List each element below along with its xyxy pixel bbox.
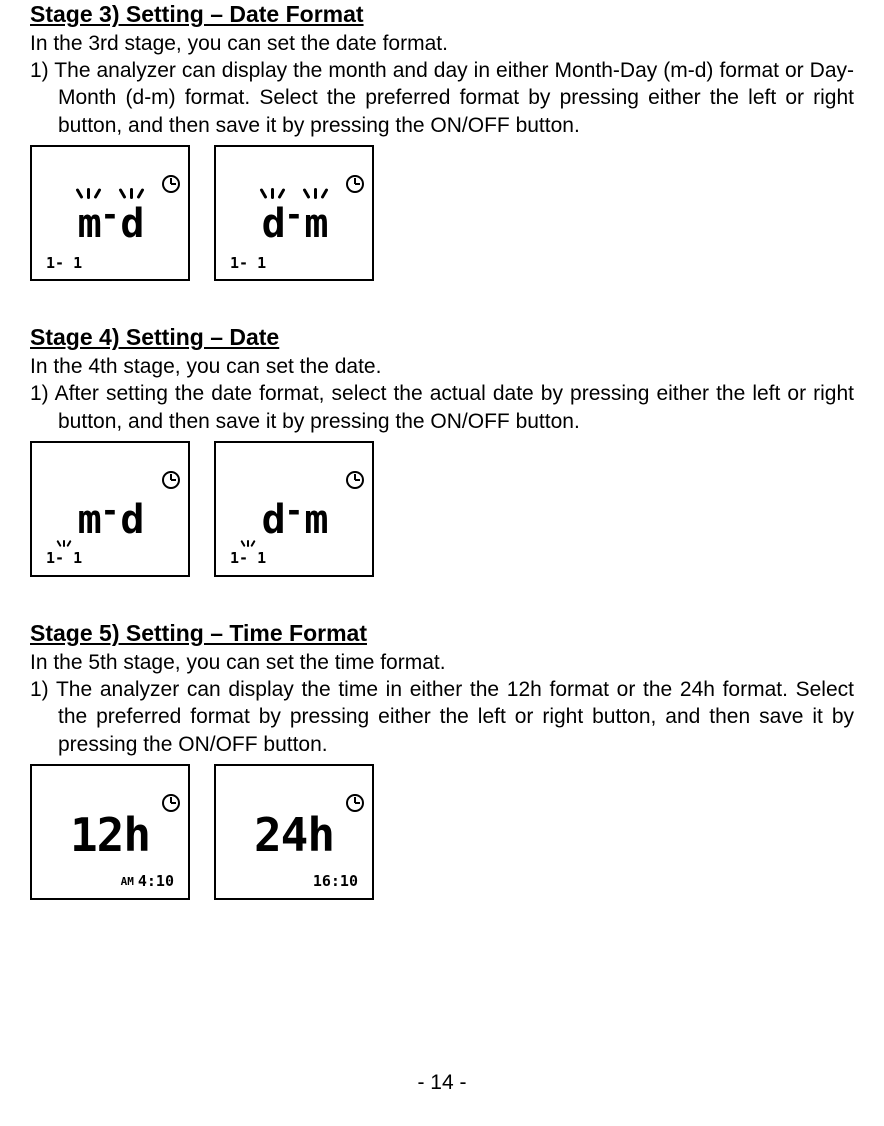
stage-3-lcd-right: d - m 1- 1 [214,145,374,281]
clock-icon [162,175,180,193]
segment-dash: - [104,491,117,533]
stage-4-lcd-right: d - m 1- 1 [214,441,374,577]
clock-icon [346,471,364,489]
segment-d: d [262,204,284,244]
stage-4-section: Stage 4) Setting – Date In the 4th stage… [30,323,854,577]
lcd-main-display: 24h [220,812,368,858]
stage-3-heading: Stage 3) Setting – Date Format [30,0,854,30]
clock-icon [346,175,364,193]
segment-12h: 12h [70,812,150,858]
blink-rays-icon [242,540,254,547]
stage-4-intro: In the 4th stage, you can set the date. [30,353,854,380]
segment-m: m [78,500,100,540]
lcd-main-display: 12h [36,812,184,858]
stage-4-lcd-row: m - d 1- 1 d [30,441,854,577]
stage-3-section: Stage 3) Setting – Date Format In the 3r… [30,0,854,281]
stage-5-section: Stage 5) Setting – Time Format In the 5t… [30,619,854,900]
lcd-sub-display: 1- 1 [230,254,266,274]
sub-time: 4:10 [138,872,174,892]
blink-rays-icon [262,188,283,202]
blink-rays-icon [78,188,99,202]
stage-5-lcd-left: 12h AM 4:10 [30,764,190,900]
stage-3-lcd-left: m - d 1- 1 [30,145,190,281]
sub-date: 1- 1 [230,549,266,569]
segment-m: m [78,204,100,244]
stage-4-item-1: 1) After setting the date format, select… [30,380,854,435]
lcd-sub-display: 1- 1 [46,254,82,274]
stage-4-lcd-left: m - d 1- 1 [30,441,190,577]
lcd-main-display: m - d [36,484,184,540]
segment-d: d [120,204,142,244]
lcd-sub-display: AM 4:10 [121,872,174,892]
segment-dash: - [104,195,117,237]
clock-icon [346,794,364,812]
stage-5-intro: In the 5th stage, you can set the time f… [30,649,854,676]
lcd-sub-display: 16:10 [313,872,358,892]
stage-3-intro: In the 3rd stage, you can set the date f… [30,30,854,57]
lcd-sub-display: 1- 1 [46,540,82,569]
stage-3-item-1: 1) The analyzer can display the month an… [30,57,854,139]
clock-icon [162,471,180,489]
lcd-sub-display: 1- 1 [230,540,266,569]
stage-5-item-1: 1) The analyzer can display the time in … [30,676,854,758]
segment-d: d [262,500,284,540]
lcd-main-display: d - m [220,484,368,540]
blink-rays-icon [121,188,142,202]
segment-d: d [120,500,142,540]
lcd-main-display: m - d [36,188,184,244]
sub-date: 1- 1 [46,254,82,274]
segment-m: m [304,204,326,244]
stage-5-heading: Stage 5) Setting – Time Format [30,619,854,649]
blink-rays-icon [305,188,326,202]
blink-rays-icon [58,540,70,547]
sub-time: 16:10 [313,872,358,892]
sub-date: 1- 1 [46,549,82,569]
stage-5-lcd-row: 12h AM 4:10 24h 16:10 [30,764,854,900]
sub-date: 1- 1 [230,254,266,274]
stage-4-heading: Stage 4) Setting – Date [30,323,854,353]
segment-dash: - [288,195,301,237]
ampm-indicator: AM [121,877,134,887]
stage-3-lcd-row: m - d 1- 1 d - [30,145,854,281]
page-number: - 14 - [0,1069,884,1096]
segment-m: m [304,500,326,540]
segment-dash: - [288,491,301,533]
segment-24h: 24h [254,812,334,858]
stage-5-lcd-right: 24h 16:10 [214,764,374,900]
lcd-main-display: d - m [220,188,368,244]
clock-icon [162,794,180,812]
